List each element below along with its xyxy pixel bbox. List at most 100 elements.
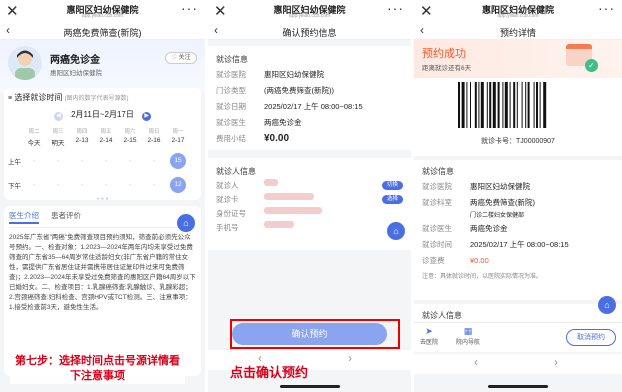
mini-app-topbar: ✕ 惠阳区妇幼保健院 app.yiliao.ccb.com ···: [0, 0, 205, 22]
barcode-bar: [470, 82, 471, 128]
slot-available[interactable]: 15: [170, 153, 186, 169]
date-row: 今天 明天 2-13 2-14 2-15 2-16 2-17: [22, 137, 197, 147]
info-label: 就诊时间: [422, 240, 452, 249]
cancel-booking-button[interactable]: 取消预约: [566, 329, 616, 346]
home-icon[interactable]: ⌂: [598, 296, 616, 314]
date-label[interactable]: 2-15: [118, 137, 142, 147]
bottom-action-bar: ➤ 去医院 ▦ 院内导航 取消预约: [414, 322, 622, 352]
date-label[interactable]: 2-17: [166, 137, 190, 147]
weekday-row: 周二 周三 周四 周五 周六 周日 周一: [22, 127, 197, 135]
next-week-button[interactable]: ▶: [142, 112, 152, 121]
more-icon[interactable]: ···: [387, 0, 404, 16]
home-icon[interactable]: ⌂: [387, 222, 405, 240]
period-label: 上午: [8, 159, 21, 166]
barcode-bar: [466, 82, 468, 128]
switch-patient-button[interactable]: 切换: [381, 181, 403, 190]
page-title: 确认预约信息: [282, 28, 337, 38]
slot-empty: -: [105, 158, 107, 164]
info-row: 就诊时间 2025/02/17 上午 08:00~08:15: [422, 237, 614, 253]
card-label: 就诊卡: [216, 195, 239, 204]
barcode-bar: [492, 82, 496, 128]
note-row: 注意：具体就诊时间，以医院实际情况为准。: [422, 271, 614, 280]
slot-empty: -: [33, 182, 35, 188]
select-time-row: ≡ 选择就诊时间 (图内的数字代表号源数): [8, 92, 197, 103]
info-label: 就诊医生: [422, 224, 452, 233]
home-icon[interactable]: ⌂: [177, 214, 195, 232]
barcode-bar: [516, 82, 518, 128]
note-label: 注意：: [422, 274, 441, 280]
barcode-bar: [461, 82, 465, 128]
info-label: 就诊医院: [422, 182, 452, 191]
barcode-bar: [513, 82, 516, 128]
indoor-nav-label: 院内导航: [456, 340, 481, 346]
prev-week-button[interactable]: ◀: [53, 112, 63, 121]
tab-patient-review[interactable]: 患者评价: [51, 210, 81, 224]
barcode-bar: [533, 82, 535, 128]
info-value: (两癌免费筛查(新院)): [264, 86, 334, 95]
info-label: 就诊日期: [216, 102, 246, 111]
weekday-label: 周六: [124, 129, 136, 135]
date-label[interactable]: 2-16: [142, 137, 166, 147]
barcode-card: 就诊卡号：TJ00000907: [414, 78, 622, 156]
weekday-label: 周五: [100, 129, 112, 135]
follow-label: 关注: [178, 55, 191, 61]
browser-back-icon[interactable]: ‹: [474, 355, 478, 369]
follow-button[interactable]: ♡ 关注: [165, 52, 197, 64]
more-icon[interactable]: ···: [598, 0, 615, 16]
browser-forward-icon[interactable]: ›: [554, 355, 558, 369]
id-label: 身份证号: [216, 209, 246, 218]
page-title: 两癌免费筛查(新院): [63, 28, 142, 38]
info-label: 就诊医生: [216, 118, 246, 127]
list-icon: ≡: [8, 95, 13, 102]
visit-info-list: 就诊医院 惠阳区妇幼保健院 就诊科室 两癌免费筛查(新院) 门诊二楼妇女保健部 就诊医生 两…: [422, 179, 614, 269]
indoor-nav-button[interactable]: ▦ 院内导航: [456, 326, 480, 346]
period-label: 下午: [8, 183, 21, 190]
weekday-label: 周一: [172, 129, 184, 135]
phone-row: 手机号: [216, 221, 403, 235]
countdown-text: 距离就诊还有6天: [422, 65, 472, 72]
success-title: 预约成功: [422, 48, 466, 60]
info-value: ¥0.00: [264, 133, 290, 144]
info-value: 两癌免诊金: [470, 224, 508, 233]
select-card-button[interactable]: 选择: [381, 195, 403, 204]
intro-card: 医生介绍 患者评价 2025年广东省"两癌"免费筛查项目预约须知，筛查前必须先公…: [4, 206, 201, 376]
barcode-bar: [525, 82, 527, 128]
slot-empty: -: [81, 182, 83, 188]
info-value: ¥0.00: [470, 256, 489, 265]
info-value: 惠阳区妇幼保健院: [264, 70, 324, 79]
page-title: 预约详情: [499, 28, 536, 38]
go-hospital-label: 去医院: [420, 340, 439, 346]
app-url: app.yiliao.ccb.com: [497, 13, 539, 19]
slot-empty: -: [129, 182, 131, 188]
date-label[interactable]: 今天: [22, 137, 46, 147]
pm-row: 下午 - - - - - - 12: [8, 177, 197, 193]
schedule-card: ≡ 选择就诊时间 (图内的数字代表号源数) ◀ 2月11日~2月17日 ▶ 周二…: [4, 88, 201, 202]
calendar-check-icon: ✓: [566, 44, 598, 72]
patient-info-title: 就诊人信息: [422, 311, 462, 320]
go-hospital-button[interactable]: ➤ 去医院: [420, 326, 438, 346]
date-label[interactable]: 2-14: [94, 137, 118, 147]
mini-app-topbar: ✕ 惠阳区妇幼保健院 app.yiliao.ccb.com ···: [414, 0, 622, 22]
patient-info-card: 就诊人信息 ⌂: [414, 296, 622, 324]
patient-info-card: 就诊人信息 就诊人 切换 就诊卡 选择 身份证号 手机号 ⌂: [208, 158, 411, 250]
tab-doctor-intro[interactable]: 医生介绍: [9, 210, 39, 224]
app-url: app.yiliao.ccb.com: [81, 13, 124, 19]
browser-forward-icon[interactable]: ›: [348, 351, 352, 365]
more-icon[interactable]: ···: [181, 0, 198, 16]
info-label: 门诊类型: [216, 86, 246, 95]
info-label: 诊查费: [422, 256, 445, 265]
weekday-label: 周二: [28, 129, 40, 135]
mini-app-topbar: ✕ 惠阳区妇幼保健院 app.yiliao.ccb.com ···: [208, 0, 411, 22]
info-value: 2025/02/17 上午 08:00~08:15: [264, 102, 363, 111]
slot-available[interactable]: 12: [170, 177, 186, 193]
info-label: 就诊科室: [422, 198, 452, 207]
date-label[interactable]: 2-13: [70, 137, 94, 147]
note-text: 具体就诊时间，以医院实际情况为准。: [440, 274, 543, 280]
info-row: 诊查费 ¥0.00: [422, 253, 614, 269]
slot-empty: -: [153, 182, 155, 188]
doctor-header: 两癌免诊金 惠阳区妇幼保健院 ♡ 关注: [0, 40, 205, 92]
date-label[interactable]: 明天: [46, 137, 70, 147]
home-indicator: [280, 385, 340, 388]
patient-row: 就诊人 切换: [216, 179, 403, 193]
select-time-hint: (图内的数字代表号源数): [64, 96, 129, 102]
